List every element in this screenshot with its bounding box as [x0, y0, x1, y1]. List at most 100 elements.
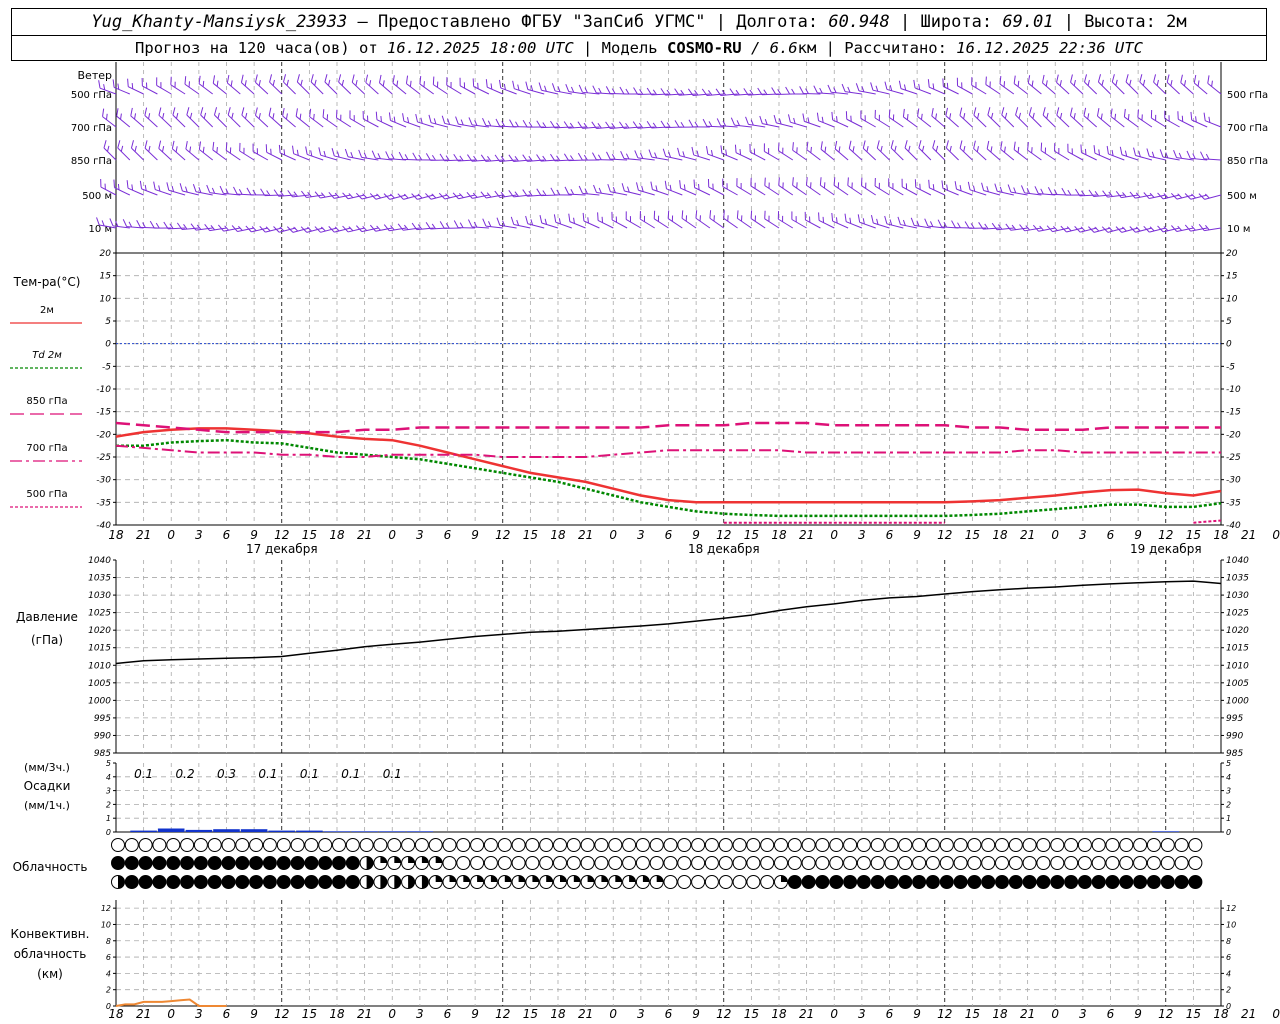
wind-barb-flag: [1007, 184, 1012, 193]
wind-barb: [951, 220, 973, 229]
precip-bar: [323, 831, 351, 832]
x-hour-label: 6: [886, 528, 894, 542]
x-hour-label: 6: [223, 528, 231, 542]
x-hour-label-bottom: 6: [886, 1007, 894, 1021]
wind-barb-flag: [439, 221, 445, 229]
wind-barb: [158, 107, 172, 128]
wind-barb-flag: [331, 148, 335, 157]
wind-barb-staff: [1207, 82, 1222, 95]
x-hour-label-bottom: 15: [744, 1007, 759, 1021]
wind-barb-flag: [723, 210, 725, 219]
wind-barb-flag: [392, 75, 395, 84]
wind-barb-flag: [378, 74, 382, 83]
wind-barb: [539, 215, 559, 229]
wind-barb-flag: [611, 153, 616, 160]
cloud-symbol: [1008, 856, 1023, 870]
cloud-symbol: [981, 856, 996, 870]
x-hour-label: 15: [1186, 528, 1201, 542]
wind-barb-staff: [336, 117, 352, 128]
wind-barb-flag: [1150, 109, 1153, 119]
temp-legend-label: 850 гПа: [26, 396, 67, 407]
wind-barb-flag: [818, 212, 820, 221]
wind-barb-flag: [385, 151, 390, 159]
wind-barb-staff: [1070, 81, 1084, 95]
precip-unit-3h: (мм/3ч.): [24, 761, 70, 774]
cloud-symbol-fill: [394, 875, 401, 889]
wind-barb-flag: [314, 191, 321, 199]
wind-level-label-right: 700 гПа: [1227, 123, 1268, 134]
cloud-symbol: [580, 838, 595, 852]
temp-ytick-label-left: -30: [96, 476, 111, 486]
x-hour-label-bottom: 3: [858, 1007, 866, 1021]
wind-barb-staff: [942, 187, 959, 196]
wind-barb: [827, 84, 849, 95]
wind-barb: [144, 107, 158, 128]
wind-barb: [1074, 188, 1097, 197]
wind-barb: [538, 82, 559, 95]
x-hour-label: 0: [388, 528, 396, 542]
cloud-symbol: [553, 838, 567, 852]
x-hour-label: 3: [1079, 528, 1087, 542]
wind-barb-flag: [412, 152, 418, 161]
precip-3h-label: 0.3: [217, 767, 236, 781]
wind-barb-flag: [973, 140, 976, 149]
wind-barb-flag: [1146, 148, 1150, 157]
x-hour-label: 0: [1051, 528, 1059, 542]
wind-barb: [278, 144, 296, 161]
wind-barb-flag: [103, 140, 107, 149]
wind-barb-flag: [514, 191, 519, 197]
wind-barb: [260, 188, 282, 197]
cloud-symbol: [1119, 875, 1134, 889]
wind-barb-flag: [1056, 74, 1059, 83]
cloud-symbol: [787, 838, 802, 852]
wind-barb-staff: [1164, 118, 1180, 128]
wind-barb-flag: [954, 181, 957, 190]
wind-barb: [1093, 145, 1111, 161]
wind-barb-flag: [1053, 189, 1058, 195]
wind-barb-flag: [764, 210, 766, 219]
wind-barb-flag: [166, 182, 170, 191]
cloud-symbol: [1050, 838, 1065, 852]
convective-axis-label: Конвективн.: [11, 927, 90, 941]
wind-barb: [213, 107, 227, 128]
wind-barb-flag: [578, 84, 583, 93]
wind-barb-flag: [130, 140, 134, 149]
wind-barb-staff: [310, 81, 324, 95]
wind-barb-flag: [186, 107, 190, 116]
pressure-ytick-label-left: 1030: [88, 591, 111, 601]
x-hour-label-bottom: 6: [223, 1007, 231, 1021]
wind-barb: [388, 112, 407, 128]
wind-barb: [1084, 74, 1098, 95]
wind-barb-flag: [791, 88, 796, 95]
wind-barb-staff: [1124, 116, 1139, 128]
wind-barb-staff: [1097, 115, 1111, 128]
wind-barb-flag: [1110, 108, 1113, 117]
wind-barb-staff: [764, 150, 780, 161]
cloud-symbol: [608, 856, 623, 870]
wind-barb-staff: [722, 186, 738, 196]
wind-barb-flag: [736, 120, 740, 126]
cloud-symbol: [995, 856, 1009, 870]
x-hour-label-bottom: 6: [665, 1007, 673, 1021]
wind-barb-staff: [959, 147, 973, 161]
wind-barb-flag: [402, 113, 405, 122]
x-hour-label-bottom: 9: [1134, 1007, 1142, 1021]
wind-barb-flag: [1096, 108, 1100, 117]
wind-barb-staff: [681, 217, 697, 229]
wind-barb-flag: [722, 120, 727, 127]
cloud-symbol: [801, 875, 816, 889]
cloud-symbol-fill: [642, 875, 650, 882]
wind-barb-staff: [1028, 114, 1042, 128]
wind-barb-flag: [130, 107, 133, 116]
precip-3h-label: 0.1: [341, 767, 360, 781]
pressure-ytick-label-right: 1020: [1226, 626, 1249, 636]
cloud-symbol: [276, 856, 291, 870]
wind-barb: [705, 146, 724, 161]
wind-barb-flag: [1122, 192, 1127, 198]
wind-barb-flag: [403, 224, 409, 230]
temp-ytick-label-left: -25: [96, 453, 111, 463]
wind-barb-staff: [144, 147, 158, 161]
x-hour-label-bottom: 0: [388, 1007, 396, 1021]
wind-barb-flag: [847, 177, 849, 186]
wind-barb-staff: [131, 147, 144, 161]
